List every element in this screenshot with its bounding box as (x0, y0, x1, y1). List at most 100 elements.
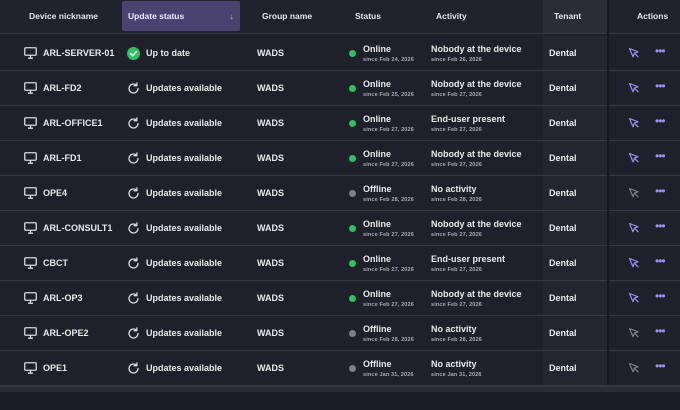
scrollbar-track[interactable] (0, 387, 680, 392)
remote-connect-cursor-icon[interactable] (628, 292, 640, 304)
status-cell: Online since Feb 25, 2026 (349, 71, 429, 105)
device-nickname-cell[interactable]: ARL-CONSULT1 (24, 211, 122, 245)
more-options-icon[interactable]: ••• (655, 115, 669, 128)
activity-since: since Feb 27, 2026 (431, 126, 482, 133)
column-header-update-status[interactable]: Update status ↓ (122, 1, 240, 31)
activity-text: Nobody at the device (431, 148, 522, 159)
remote-connect-cursor-icon[interactable] (628, 117, 640, 129)
tenant-cell: Dental (543, 106, 607, 140)
device-nickname-cell[interactable]: ARL-FD1 (24, 141, 122, 175)
device-nickname-cell[interactable]: ARL-OP3 (24, 281, 122, 315)
monitor-icon (24, 82, 37, 94)
more-options-icon[interactable]: ••• (655, 80, 669, 93)
group-name: WADS (257, 118, 284, 128)
group-name-cell: WADS (257, 246, 337, 280)
status-cell: Online since Feb 24, 2026 (349, 36, 429, 70)
device-nickname-cell[interactable]: CBCT (24, 246, 122, 280)
activity-since: since Feb 28, 2026 (431, 336, 482, 343)
table-row[interactable]: ARL-OFFICE1 Updates available WADS Online si… (0, 106, 680, 141)
remote-connect-cursor-icon[interactable] (628, 47, 640, 59)
status-text: Online (363, 148, 392, 159)
remote-connect-cursor-icon[interactable] (628, 257, 640, 269)
remote-connect-cursor-icon[interactable] (628, 327, 640, 339)
monitor-icon (24, 152, 37, 164)
tenant-cell: Dental (543, 71, 607, 105)
update-status-cell: Updates available (127, 351, 252, 385)
tenant-name: Dental (549, 363, 577, 373)
more-options-icon[interactable]: ••• (655, 255, 669, 268)
activity-cell: Nobody at the device since Feb 27, 2026 (431, 71, 543, 105)
activity-since: since Jan 31, 2026 (431, 371, 482, 378)
activity-text: Nobody at the device (431, 288, 522, 299)
device-nickname-cell[interactable]: ARL-SERVER-01 (24, 36, 122, 70)
status-since: since Feb 27, 2026 (363, 126, 414, 133)
activity-since: since Feb 27, 2026 (431, 161, 482, 168)
column-header-device-nickname[interactable]: Device nickname (29, 0, 119, 33)
status-dot-icon (349, 224, 356, 232)
activity-text: End-user present (431, 253, 506, 264)
column-header-update-status-label: Update status (128, 11, 185, 21)
tenant-name: Dental (549, 328, 577, 338)
group-name: WADS (257, 48, 284, 58)
update-status-cell: Updates available (127, 71, 252, 105)
column-header-activity[interactable]: Activity (436, 0, 516, 33)
column-header-status[interactable]: Status (355, 0, 415, 33)
group-name-cell: WADS (257, 351, 337, 385)
activity-text: No activity (431, 323, 477, 334)
device-nickname-cell[interactable]: OPE1 (24, 351, 122, 385)
group-name-cell: WADS (257, 316, 337, 350)
update-status-text: Updates available (146, 153, 223, 163)
device-nickname: ARL-SERVER-01 (43, 48, 115, 58)
device-nickname-cell[interactable]: ARL-FD2 (24, 71, 122, 105)
group-name-cell: WADS (257, 141, 337, 175)
more-options-icon[interactable]: ••• (655, 45, 669, 58)
more-options-icon[interactable]: ••• (655, 185, 669, 198)
activity-cell: No activity since Jan 31, 2026 (431, 351, 543, 385)
update-status-cell: Updates available (127, 281, 252, 315)
update-status-text: Updates available (146, 293, 223, 303)
update-status-cell: Updates available (127, 106, 252, 140)
update-status-text: Updates available (146, 363, 223, 373)
refresh-icon (128, 291, 139, 304)
table-row[interactable]: ARL-FD1 Updates available WADS Online since … (0, 141, 680, 176)
group-name: WADS (257, 363, 284, 373)
status-since: since Feb 25, 2026 (363, 91, 414, 98)
table-row[interactable]: ARL-FD2 Updates available WADS Online since … (0, 71, 680, 106)
status-dot-icon (349, 364, 356, 372)
device-nickname-cell[interactable]: OPE4 (24, 176, 122, 210)
more-options-icon[interactable]: ••• (655, 290, 669, 303)
device-nickname-cell[interactable]: ARL-OPE2 (24, 316, 122, 350)
status-since: since Feb 28, 2026 (363, 196, 414, 203)
table-row[interactable]: ARL-SERVER-01 Up to date WADS Online since F… (0, 36, 680, 71)
remote-connect-cursor-icon[interactable] (628, 222, 640, 234)
more-options-icon[interactable]: ••• (655, 325, 669, 338)
device-nickname-cell[interactable]: ARL-OFFICE1 (24, 106, 122, 140)
refresh-icon (128, 361, 139, 374)
table-row[interactable]: CBCT Updates available WADS Online since Feb… (0, 246, 680, 281)
activity-cell: Nobody at the device since Feb 26, 2026 (431, 36, 543, 70)
remote-connect-cursor-icon[interactable] (628, 152, 640, 164)
actions-cell: ••• (608, 71, 680, 105)
table-row[interactable]: ARL-OP3 Updates available WADS Online since … (0, 281, 680, 316)
horizontal-scrollbar[interactable] (0, 386, 680, 410)
device-nickname: OPE1 (43, 363, 68, 373)
remote-connect-cursor-icon[interactable] (628, 187, 640, 199)
device-nickname: ARL-OPE2 (43, 328, 89, 338)
update-status-text: Updates available (146, 258, 223, 268)
remote-connect-cursor-icon[interactable] (628, 362, 640, 374)
tenant-cell: Dental (543, 351, 607, 385)
more-options-icon[interactable]: ••• (655, 150, 669, 163)
more-options-icon[interactable]: ••• (655, 360, 669, 373)
table-row[interactable]: ARL-CONSULT1 Updates available WADS Online s… (0, 211, 680, 246)
more-options-icon[interactable]: ••• (655, 220, 669, 233)
status-since: since Feb 27, 2026 (363, 266, 414, 273)
table-row[interactable]: ARL-OPE2 Updates available WADS Offline sinc… (0, 316, 680, 351)
column-header-group-name[interactable]: Group name (262, 0, 332, 33)
table-row[interactable]: OPE1 Updates available WADS Offline since Ja… (0, 351, 680, 386)
column-header-tenant[interactable]: Tenant (543, 0, 607, 33)
group-name: WADS (257, 83, 284, 93)
refresh-icon (128, 221, 139, 234)
table-row[interactable]: OPE4 Updates available WADS Offline since Fe… (0, 176, 680, 211)
table-header: Device nickname Update status ↓ Group na… (0, 0, 680, 34)
remote-connect-cursor-icon[interactable] (628, 82, 640, 94)
